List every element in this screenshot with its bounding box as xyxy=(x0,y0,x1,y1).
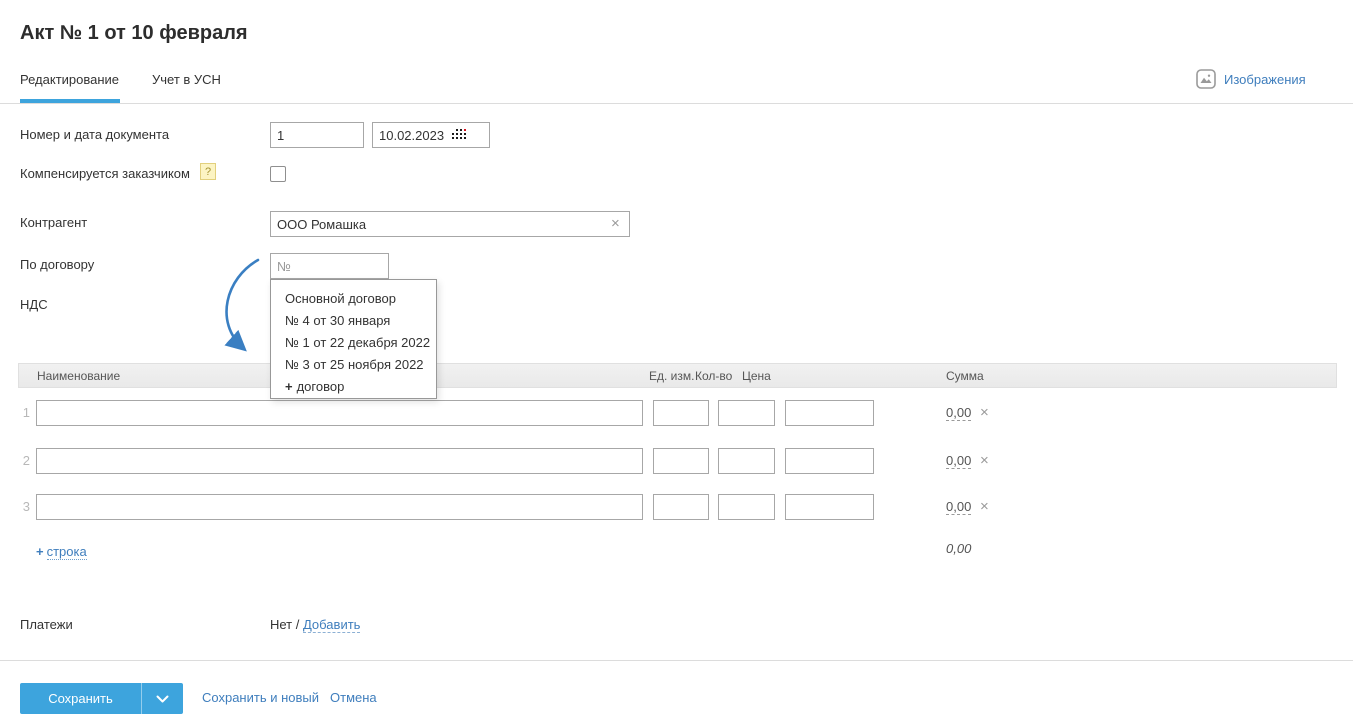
images-link-label: Изображения xyxy=(1224,71,1306,87)
item-name-input-1[interactable] xyxy=(36,400,643,426)
clear-counterparty-icon[interactable]: × xyxy=(611,216,620,232)
column-header-unit: Ед. изм. xyxy=(649,369,695,383)
item-unit-input-3[interactable] xyxy=(653,494,709,520)
row-sum-link[interactable]: 0,00 xyxy=(946,499,972,515)
item-unit-input-1[interactable] xyxy=(653,400,709,426)
contract-input[interactable] xyxy=(270,253,389,279)
delete-row-icon[interactable]: × xyxy=(980,452,989,469)
footer-divider xyxy=(0,660,1353,661)
image-icon xyxy=(1196,69,1216,89)
column-header-name: Наименование xyxy=(37,369,121,383)
item-price-input-1[interactable] xyxy=(785,400,874,426)
column-header-sum: Сумма xyxy=(946,369,984,383)
item-name-input-3[interactable] xyxy=(36,494,643,520)
payments-label: Платежи xyxy=(20,617,73,632)
vat-label: НДС xyxy=(20,297,48,312)
cancel-link[interactable]: Отмена xyxy=(330,690,377,705)
item-qty-input-2[interactable] xyxy=(718,448,775,474)
plus-icon: + xyxy=(285,379,293,394)
save-dropdown-button[interactable] xyxy=(141,683,183,714)
delete-row-icon[interactable]: × xyxy=(980,404,989,421)
add-contract-label: договор xyxy=(296,379,345,394)
item-price-input-3[interactable] xyxy=(785,494,874,520)
payments-value: Нет / Добавить xyxy=(270,617,361,633)
payments-status: Нет / xyxy=(270,617,303,632)
contract-dropdown: Основной договор № 4 от 30 января № 1 от… xyxy=(270,279,437,399)
document-date-input[interactable] xyxy=(372,122,490,148)
table-total: 0,00 xyxy=(946,541,972,556)
row-number: 2 xyxy=(22,453,30,468)
images-button[interactable]: Изображения xyxy=(1196,69,1306,89)
column-header-price: Цена xyxy=(742,369,771,383)
column-header-qty: Кол-во xyxy=(695,369,733,383)
row-number: 1 xyxy=(22,405,30,420)
page-title: Акт № 1 от 10 февраля xyxy=(20,22,248,44)
item-price-input-2[interactable] xyxy=(785,448,874,474)
item-qty-input-1[interactable] xyxy=(718,400,775,426)
tab-editing[interactable]: Редактирование xyxy=(20,72,119,87)
annotation-arrow xyxy=(224,258,260,352)
add-row-button[interactable]: + строка xyxy=(36,544,87,560)
dropdown-item-contract-3[interactable]: № 3 от 25 ноября 2022 xyxy=(271,350,436,372)
row-sum-link[interactable]: 0,00 xyxy=(946,453,972,469)
tab-usn[interactable]: Учет в УСН xyxy=(152,72,221,87)
dropdown-item-contract-4[interactable]: № 4 от 30 января xyxy=(271,306,436,328)
counterparty-label: Контрагент xyxy=(20,215,88,230)
item-unit-input-2[interactable] xyxy=(653,448,709,474)
calendar-icon[interactable] xyxy=(452,129,466,141)
save-and-new-link[interactable]: Сохранить и новый xyxy=(202,690,319,705)
counterparty-input[interactable] xyxy=(270,211,630,237)
compensated-checkbox[interactable] xyxy=(270,166,286,182)
add-row-label: строка xyxy=(46,544,87,560)
save-split-button: Сохранить xyxy=(20,683,183,714)
chevron-down-icon xyxy=(156,695,169,702)
row-number: 3 xyxy=(22,499,30,514)
act-edit-page: Акт № 1 от 10 февраля Редактирование Уче… xyxy=(0,0,1353,728)
item-qty-input-3[interactable] xyxy=(718,494,775,520)
add-payment-link[interactable]: Добавить xyxy=(302,617,361,633)
number-date-label: Номер и дата документа xyxy=(20,127,170,142)
dropdown-item-contract-1[interactable]: № 1 от 22 декабря 2022 xyxy=(271,328,436,350)
help-icon[interactable]: ? xyxy=(200,163,216,180)
document-number-input[interactable] xyxy=(270,122,364,148)
item-name-input-2[interactable] xyxy=(36,448,643,474)
dropdown-item-main-contract[interactable]: Основной договор xyxy=(271,284,436,306)
compensated-label: Компенсируется заказчиком xyxy=(20,166,190,181)
save-button[interactable]: Сохранить xyxy=(20,683,141,714)
contract-label: По договору xyxy=(20,257,95,272)
delete-row-icon[interactable]: × xyxy=(980,498,989,515)
table-header: Наименование Ед. изм. Кол-во Цена Сумма xyxy=(18,363,1337,388)
plus-icon: + xyxy=(36,544,44,559)
header-divider xyxy=(0,103,1353,104)
row-sum-link[interactable]: 0,00 xyxy=(946,405,972,421)
